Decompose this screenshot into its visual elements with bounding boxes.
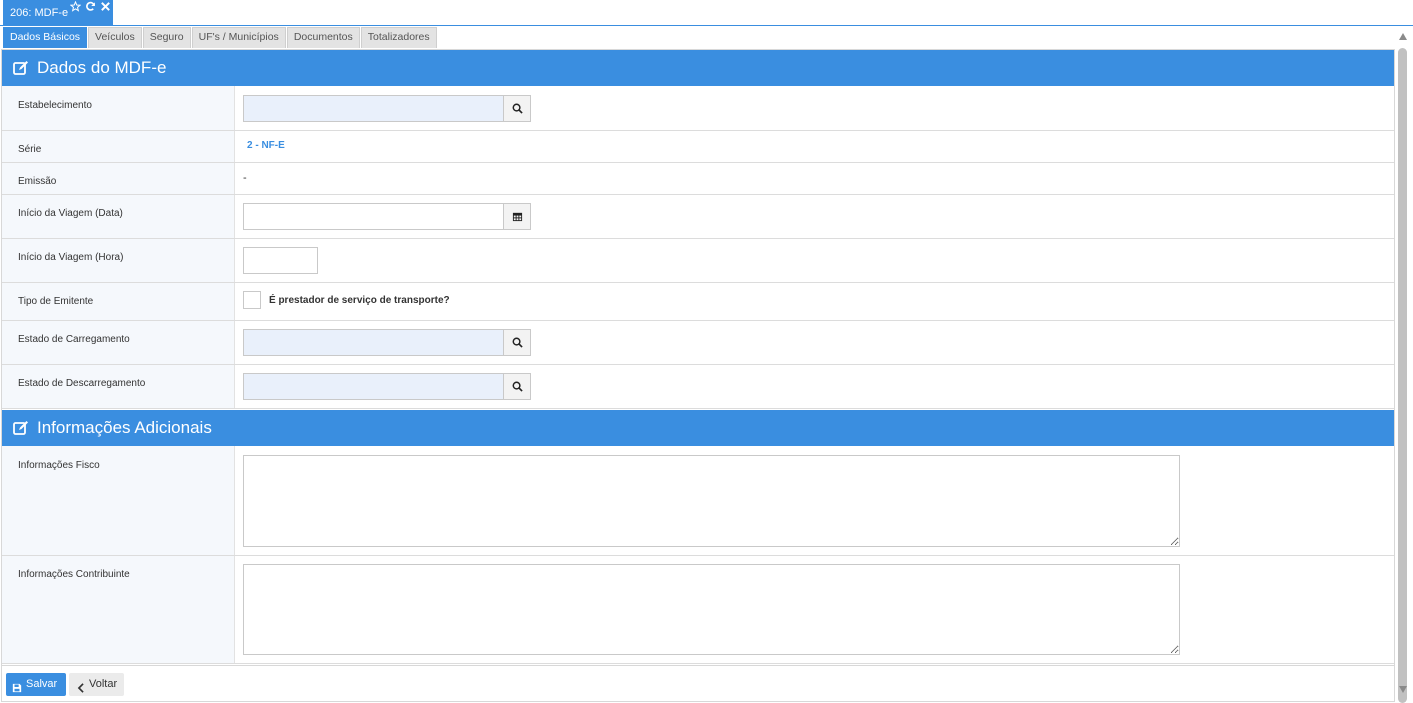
row-info-contribuinte: Informações Contribuinte bbox=[2, 556, 1394, 664]
label-estado-carregamento: Estado de Carregamento bbox=[18, 334, 130, 345]
scroll-down-icon[interactable] bbox=[1399, 686, 1407, 693]
tab-veiculos[interactable]: Veículos bbox=[88, 27, 142, 48]
tab-dados-basicos[interactable]: Dados Básicos bbox=[3, 27, 88, 48]
save-button-label: Salvar bbox=[26, 678, 58, 690]
prestador-servico-checkbox[interactable] bbox=[243, 291, 261, 309]
estado-carregamento-input[interactable] bbox=[243, 329, 504, 356]
floppy-icon bbox=[12, 679, 22, 702]
save-button[interactable]: Salvar bbox=[6, 673, 66, 696]
estado-descarregamento-input[interactable] bbox=[243, 373, 504, 400]
serie-value[interactable]: 2 - NF-E bbox=[247, 140, 285, 151]
chevron-left-icon bbox=[77, 679, 85, 702]
info-contribuinte-textarea[interactable] bbox=[243, 564, 1180, 655]
section-header-dados: Dados do MDF-e bbox=[2, 50, 1394, 86]
row-tipo-emitente: Tipo de Emitente É prestador de serviço … bbox=[2, 283, 1394, 321]
row-estado-descarregamento: Estado de Descarregamento bbox=[2, 365, 1394, 409]
scrollbar-thumb[interactable] bbox=[1398, 48, 1407, 703]
estado-carregamento-search-button[interactable] bbox=[503, 329, 531, 356]
label-tipo-emitente: Tipo de Emitente bbox=[18, 296, 94, 307]
tab-totalizadores[interactable]: Totalizadores bbox=[360, 27, 437, 48]
back-button-label: Voltar bbox=[89, 678, 118, 690]
label-inicio-hora: Início da Viagem (Hora) bbox=[18, 252, 124, 263]
estabelecimento-search-button[interactable] bbox=[503, 95, 531, 122]
window-tab-strip: 206: MDF-e bbox=[0, 0, 1413, 26]
window-tab-mdfe[interactable]: 206: MDF-e bbox=[3, 0, 113, 25]
search-icon bbox=[512, 103, 523, 114]
label-inicio-data: Início da Viagem (Data) bbox=[18, 208, 123, 219]
row-info-fisco: Informações Fisco bbox=[2, 446, 1394, 556]
inicio-data-calendar-button[interactable] bbox=[503, 203, 531, 230]
tab-seguro[interactable]: Seguro bbox=[142, 27, 191, 48]
star-icon[interactable] bbox=[70, 1, 81, 12]
form-content: Dados do MDF-e Estabelecimento Série 2 -… bbox=[1, 49, 1395, 702]
form-footer: Salvar Voltar bbox=[1, 665, 1395, 702]
info-fisco-textarea[interactable] bbox=[243, 455, 1180, 547]
edit-icon bbox=[13, 420, 29, 436]
inicio-hora-input[interactable] bbox=[243, 247, 318, 274]
label-info-fisco: Informações Fisco bbox=[18, 460, 100, 471]
close-icon[interactable] bbox=[100, 1, 111, 12]
label-estado-descarregamento: Estado de Descarregamento bbox=[18, 378, 146, 389]
row-emissao: Emissão - bbox=[2, 163, 1394, 195]
row-estado-carregamento: Estado de Carregamento bbox=[2, 321, 1394, 365]
estado-descarregamento-search-button[interactable] bbox=[503, 373, 531, 400]
tab-documentos[interactable]: Documentos bbox=[286, 27, 360, 48]
search-icon bbox=[512, 337, 523, 348]
section-header-info: Informações Adicionais bbox=[2, 410, 1394, 446]
inicio-data-input[interactable] bbox=[243, 203, 504, 230]
estabelecimento-input[interactable] bbox=[243, 95, 504, 122]
calendar-icon bbox=[512, 212, 523, 222]
back-button[interactable]: Voltar bbox=[69, 673, 124, 696]
emissao-value: - bbox=[243, 172, 247, 184]
tab-ufs-municipios[interactable]: UF's / Municípios bbox=[191, 27, 286, 48]
section-title-info: Informações Adicionais bbox=[37, 418, 212, 437]
row-inicio-hora: Início da Viagem (Hora) bbox=[2, 239, 1394, 283]
edit-icon bbox=[13, 60, 29, 76]
row-serie: Série 2 - NF-E bbox=[2, 131, 1394, 163]
row-inicio-data: Início da Viagem (Data) bbox=[2, 195, 1394, 239]
row-estabelecimento: Estabelecimento bbox=[2, 86, 1394, 131]
form-tabs: Dados Básicos Veículos Seguro UF's / Mun… bbox=[3, 27, 438, 48]
window-tab-title: 206: MDF-e bbox=[10, 7, 69, 19]
label-estabelecimento: Estabelecimento bbox=[18, 100, 92, 111]
prestador-servico-label[interactable]: É prestador de serviço de transporte? bbox=[269, 295, 450, 306]
label-info-contribuinte: Informações Contribuinte bbox=[18, 569, 130, 580]
label-emissao: Emissão bbox=[18, 176, 57, 187]
section-title-dados: Dados do MDF-e bbox=[37, 58, 167, 77]
scroll-up-icon[interactable] bbox=[1399, 33, 1407, 40]
vertical-scrollbar[interactable] bbox=[1396, 30, 1410, 703]
search-icon bbox=[512, 381, 523, 392]
refresh-icon[interactable] bbox=[85, 1, 96, 12]
label-serie: Série bbox=[18, 144, 42, 155]
